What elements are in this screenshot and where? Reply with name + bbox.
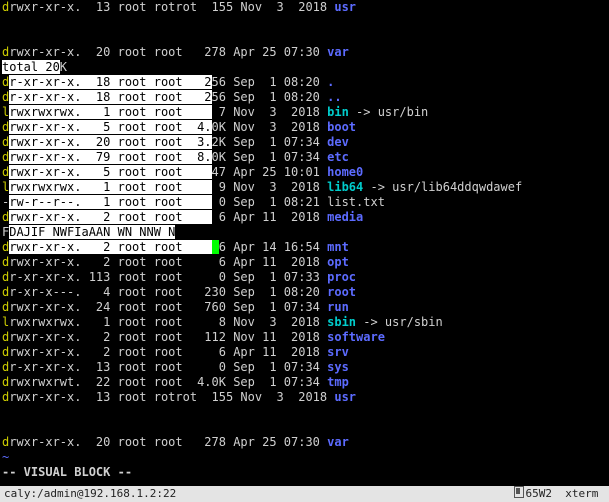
terminal-line: drwxr-xr-x. 5 root root 4.0K Nov 3 2018 … bbox=[2, 120, 522, 135]
terminal-line: dr-xr-x---. 4 root root 230 Sep 1 08:20 … bbox=[2, 285, 522, 300]
terminal-line: drwxr-xr-x. 2 root root 6 Apr 11 2018 me… bbox=[2, 210, 522, 225]
status-right: 65W2 xterm bbox=[514, 486, 606, 502]
terminal-line: drwxr-xr-x. 20 root root 3.2K Sep 1 07:3… bbox=[2, 135, 522, 150]
terminal-line: drwxr-xr-x. 2 root root 112 Nov 11 2018 … bbox=[2, 330, 522, 345]
terminal-line bbox=[2, 30, 522, 45]
terminal-line: drwxr-xr-x. 2 root root 6 Apr 11 2018 sr… bbox=[2, 345, 522, 360]
terminal-line: FDAJIF NWFIaAAN WN NNW N bbox=[2, 225, 522, 240]
terminal-line: drwxr-xr-x. 24 root root 760 Sep 1 07:34… bbox=[2, 300, 522, 315]
terminal-line: lrwxrwxrwx. 1 root root 7 Nov 3 2018 bin… bbox=[2, 105, 522, 120]
terminal-line: dr-xr-xr-x. 18 root root 256 Sep 1 08:20… bbox=[2, 90, 522, 105]
terminal-line: ~ bbox=[2, 450, 522, 465]
vim-mode-line: -- VISUAL BLOCK -- bbox=[2, 465, 522, 480]
terminal-line: drwxr-xr-x. 20 root root 278 Apr 25 07:3… bbox=[2, 435, 522, 450]
status-left: caly:/admin@192.168.1.2:22 bbox=[4, 486, 176, 502]
encoding-icon bbox=[514, 486, 524, 498]
terminal-line: drwxr-xr-x. 79 root root 8.0K Sep 1 07:3… bbox=[2, 150, 522, 165]
terminal-line: drwxr-xr-x. 20 root root 278 Apr 25 07:3… bbox=[2, 45, 522, 60]
terminal-line bbox=[2, 420, 522, 435]
status-bar: caly:/admin@192.168.1.2:22 65W2 xterm bbox=[0, 486, 609, 502]
terminal-line bbox=[2, 405, 522, 420]
terminal-line: lrwxrwxrwx. 1 root root 8 Nov 3 2018 sbi… bbox=[2, 315, 522, 330]
terminal-line: dr-xr-xr-x. 13 root root 0 Sep 1 07:34 s… bbox=[2, 360, 522, 375]
terminal-line: drwxr-xr-x. 13 root rotrot 155 Nov 3 201… bbox=[2, 390, 522, 405]
terminal-line bbox=[2, 15, 522, 30]
terminal-line: lrwxrwxrwx. 1 root root 9 Nov 3 2018 lib… bbox=[2, 180, 522, 195]
terminal-line: dr-xr-xr-x. 18 root root 256 Sep 1 08:20… bbox=[2, 75, 522, 90]
terminal-line: drwxr-xr-x. 2 root root 6 Apr 14 16:54 m… bbox=[2, 240, 522, 255]
terminal-line: drwxr-xr-x. 13 root rotrot 155 Nov 3 201… bbox=[2, 0, 522, 15]
terminal-line: drwxr-xr-x. 2 root root 6 Apr 11 2018 op… bbox=[2, 255, 522, 270]
terminal-line: drwxr-xr-x. 5 root root 47 Apr 25 10:01 … bbox=[2, 165, 522, 180]
terminal-line: drwxrwxrwt. 22 root root 4.0K Sep 1 07:3… bbox=[2, 375, 522, 390]
terminal-line: total 20K bbox=[2, 60, 522, 75]
terminal-output[interactable]: drwxr-xr-x. 13 root rotrot 155 Nov 3 201… bbox=[0, 0, 524, 480]
terminal-line: -rw-r--r--. 1 root root 0 Sep 1 08:21 li… bbox=[2, 195, 522, 210]
terminal-line: dr-xr-xr-x. 113 root root 0 Sep 1 07:33 … bbox=[2, 270, 522, 285]
